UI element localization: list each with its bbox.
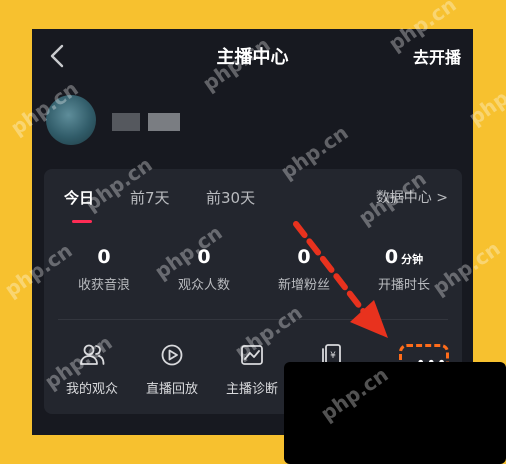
tool-label: 我的观众	[65, 382, 118, 397]
tool-label: 直播回放	[145, 382, 198, 397]
username-blurred-2	[148, 113, 180, 131]
divider	[58, 319, 448, 320]
audience-icon	[80, 344, 105, 365]
svg-text:¥: ¥	[330, 351, 336, 361]
tab-active-indicator	[72, 220, 92, 223]
stat-value: 0	[297, 246, 311, 268]
tab-7-days[interactable]: 前7天	[130, 187, 170, 208]
stat-label: 观众人数	[177, 278, 230, 293]
stat-live-duration[interactable]: 0 分钟 开播时长	[354, 246, 454, 293]
go-live-button[interactable]: 去开播	[413, 44, 461, 68]
stat-sound-waves[interactable]: 0 收获音浪	[54, 246, 154, 293]
avatar[interactable]	[46, 95, 96, 145]
stat-label: 新增粉丝	[277, 278, 330, 293]
tab-today[interactable]: 今日	[64, 187, 94, 208]
stat-value: 0	[97, 246, 111, 268]
data-center-link[interactable]: 数据中心 >	[376, 187, 448, 207]
tool-anchor-diagnosis[interactable]: 主播诊断	[212, 341, 292, 397]
redaction-box	[284, 362, 506, 464]
stat-viewers[interactable]: 0 观众人数	[154, 246, 254, 293]
diagnosis-icon	[241, 345, 263, 365]
stat-value: 0	[197, 246, 211, 268]
username-blurred	[112, 113, 140, 131]
tab-30-days[interactable]: 前30天	[206, 187, 255, 208]
stat-unit: 分钟	[401, 253, 424, 266]
page-title: 主播中心	[216, 47, 289, 68]
replay-icon	[161, 344, 183, 366]
tool-my-audience[interactable]: 我的观众	[52, 341, 132, 397]
tool-live-replay[interactable]: 直播回放	[132, 341, 212, 397]
stat-label: 开播时长	[377, 278, 430, 293]
stat-value: 0	[384, 246, 399, 268]
tool-label: 主播诊断	[225, 382, 278, 397]
top-bar: 主播中心 去开播	[32, 29, 473, 83]
stat-label: 收获音浪	[77, 278, 130, 293]
stat-new-fans[interactable]: 0 新增粉丝	[254, 246, 354, 293]
